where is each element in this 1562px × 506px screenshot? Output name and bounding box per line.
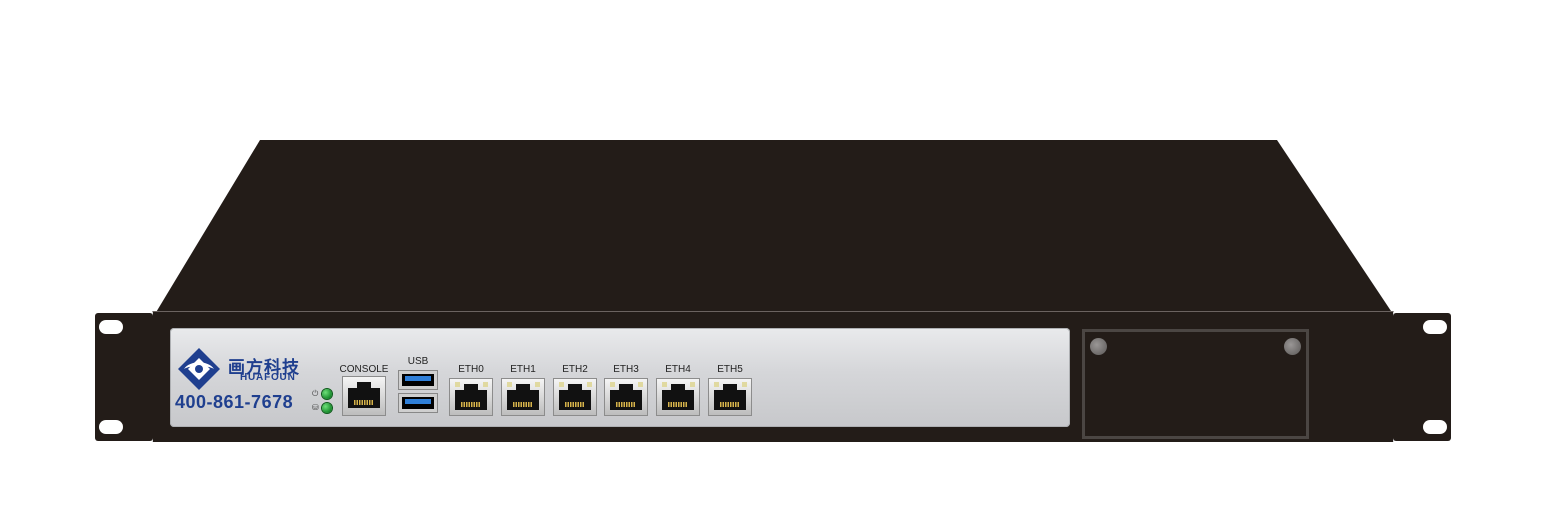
mount-hole bbox=[1423, 420, 1447, 434]
usb-tongue bbox=[402, 374, 434, 386]
eth5-label: ETH5 bbox=[717, 364, 743, 375]
eth0-label: ETH0 bbox=[458, 364, 484, 375]
port-pins bbox=[720, 402, 740, 407]
rack-ear-right bbox=[1393, 313, 1451, 441]
console-port[interactable] bbox=[342, 376, 386, 416]
eth1-label: ETH1 bbox=[510, 364, 536, 375]
mount-hole bbox=[99, 320, 123, 334]
activity-led bbox=[742, 382, 747, 387]
link-led bbox=[559, 382, 564, 387]
mount-hole bbox=[99, 420, 123, 434]
eth5-port[interactable] bbox=[708, 378, 752, 416]
usb-port-2[interactable] bbox=[398, 393, 438, 413]
eth2-label: ETH2 bbox=[562, 364, 588, 375]
eth4-label: ETH4 bbox=[665, 364, 691, 375]
port-pins bbox=[513, 402, 533, 407]
port-pins bbox=[616, 402, 636, 407]
power-icon: ⏻ bbox=[312, 389, 319, 398]
link-led bbox=[662, 382, 667, 387]
link-led bbox=[455, 382, 460, 387]
port-pins bbox=[461, 402, 481, 407]
disk-icon: ⛁ bbox=[312, 403, 319, 412]
power-led bbox=[322, 389, 332, 399]
brand-name-en: HUAFOUN bbox=[240, 372, 296, 383]
eth3-label: ETH3 bbox=[613, 364, 639, 375]
huafoun-logo-icon bbox=[178, 348, 220, 390]
link-led bbox=[507, 382, 512, 387]
usb-label: USB bbox=[407, 356, 429, 367]
screw-icon bbox=[1090, 338, 1107, 355]
chassis-top bbox=[155, 140, 1393, 314]
expansion-blank-panel bbox=[1082, 329, 1309, 439]
eth3-port[interactable] bbox=[604, 378, 648, 416]
activity-led bbox=[638, 382, 643, 387]
console-label: CONSOLE bbox=[339, 364, 389, 375]
activity-led bbox=[535, 382, 540, 387]
port-pins bbox=[354, 400, 374, 405]
screw-icon bbox=[1284, 338, 1301, 355]
link-led bbox=[610, 382, 615, 387]
link-led bbox=[714, 382, 719, 387]
activity-led bbox=[483, 382, 488, 387]
network-appliance: 画方科技 HUAFOUN 400-861-7678 ⏻ ⛁ CONSOLE US… bbox=[0, 0, 1562, 506]
disk-led bbox=[322, 403, 332, 413]
usb-tongue bbox=[402, 397, 434, 409]
port-pins bbox=[565, 402, 585, 407]
activity-led bbox=[690, 382, 695, 387]
support-phone: 400-861-7678 bbox=[175, 392, 294, 412]
eth0-port[interactable] bbox=[449, 378, 493, 416]
eth2-port[interactable] bbox=[553, 378, 597, 416]
eth1-port[interactable] bbox=[501, 378, 545, 416]
mount-hole bbox=[1423, 320, 1447, 334]
port-pins bbox=[668, 402, 688, 407]
rack-ear-left bbox=[95, 313, 153, 441]
usb-port-1[interactable] bbox=[398, 370, 438, 390]
eth4-port[interactable] bbox=[656, 378, 700, 416]
activity-led bbox=[587, 382, 592, 387]
